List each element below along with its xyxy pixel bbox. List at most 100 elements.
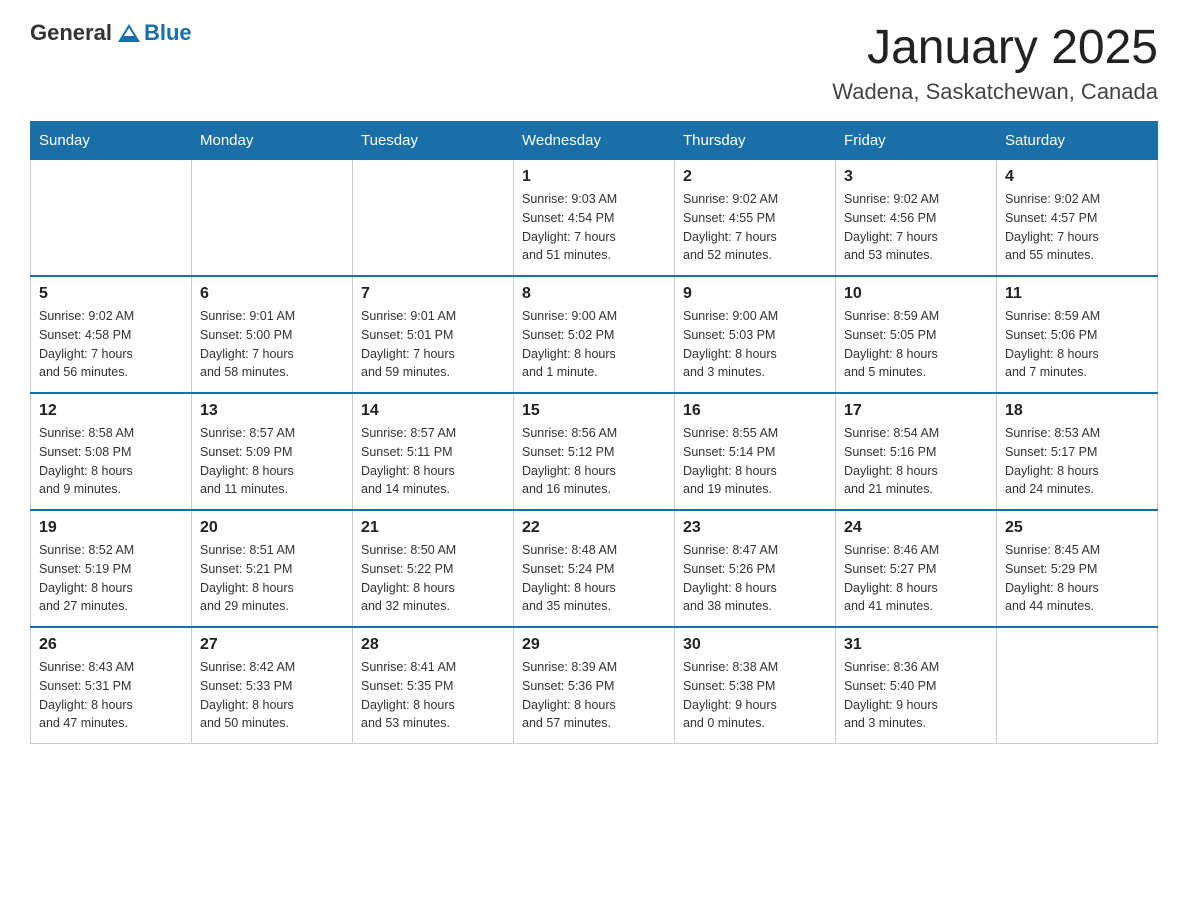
day-number: 14: [361, 402, 505, 420]
day-info: Sunrise: 8:47 AM Sunset: 5:26 PM Dayligh…: [683, 541, 827, 616]
calendar-cell: 26 Sunrise: 8:43 AM Sunset: 5:31 PM Dayli…: [31, 627, 192, 744]
day-info: Sunrise: 8:46 AM Sunset: 5:27 PM Dayligh…: [844, 541, 988, 616]
day-info: Sunrise: 9:01 AM Sunset: 5:01 PM Dayligh…: [361, 307, 505, 382]
calendar-cell: 15 Sunrise: 8:56 AM Sunset: 5:12 PM Dayli…: [514, 393, 675, 510]
day-number: 10: [844, 285, 988, 303]
logo-general: General: [30, 20, 112, 46]
week-row-1: 1 Sunrise: 9:03 AM Sunset: 4:54 PM Daylig…: [31, 160, 1158, 277]
calendar-cell: 2Sunrise: 9:02 AM Sunset: 4:55 PM Daylig…: [675, 160, 836, 277]
day-number: 19: [39, 519, 183, 537]
day-number: 15: [522, 402, 666, 420]
calendar-cell: [192, 160, 353, 277]
header-wednesday: Wednesday: [514, 122, 675, 160]
calendar-cell: 11Sunrise: 8:59 AM Sunset: 5:06 PM Dayli…: [997, 276, 1158, 393]
day-info: Sunrise: 8:59 AM Sunset: 5:06 PM Dayligh…: [1005, 307, 1149, 382]
day-info: Sunrise: 9:00 AM Sunset: 5:03 PM Dayligh…: [683, 307, 827, 382]
day-number: 27: [200, 636, 344, 654]
day-number: 3: [844, 168, 988, 186]
day-number: 6: [200, 285, 344, 303]
day-number: 28: [361, 636, 505, 654]
day-info: Sunrise: 8:48 AM Sunset: 5:24 PM Dayligh…: [522, 541, 666, 616]
calendar-cell: 10 Sunrise: 8:59 AM Sunset: 5:05 PM Dayli…: [836, 276, 997, 393]
day-number: 24: [844, 519, 988, 537]
day-info: Sunrise: 8:42 AM Sunset: 5:33 PM Dayligh…: [200, 658, 344, 733]
day-info: Sunrise: 9:01 AM Sunset: 5:00 PM Dayligh…: [200, 307, 344, 382]
day-number: 13: [200, 402, 344, 420]
calendar-subtitle: Wadena, Saskatchewan, Canada: [832, 79, 1158, 105]
day-number: 17: [844, 402, 988, 420]
calendar-cell: 3 Sunrise: 9:02 AM Sunset: 4:56 PM Daylig…: [836, 160, 997, 277]
day-number: 12: [39, 402, 183, 420]
calendar-cell: 28 Sunrise: 8:41 AM Sunset: 5:35 PM Dayli…: [353, 627, 514, 744]
week-row-5: 26 Sunrise: 8:43 AM Sunset: 5:31 PM Dayli…: [31, 627, 1158, 744]
logo: General Blue: [30, 20, 192, 46]
day-number: 21: [361, 519, 505, 537]
calendar-cell: 31 Sunrise: 8:36 AM Sunset: 5:40 PM Dayli…: [836, 627, 997, 744]
day-info: Sunrise: 8:45 AM Sunset: 5:29 PM Dayligh…: [1005, 541, 1149, 616]
day-number: 20: [200, 519, 344, 537]
day-info: Sunrise: 8:50 AM Sunset: 5:22 PM Dayligh…: [361, 541, 505, 616]
day-info: Sunrise: 9:03 AM Sunset: 4:54 PM Dayligh…: [522, 190, 666, 265]
calendar-cell: 22Sunrise: 8:48 AM Sunset: 5:24 PM Dayli…: [514, 510, 675, 627]
calendar-cell: 23 Sunrise: 8:47 AM Sunset: 5:26 PM Dayli…: [675, 510, 836, 627]
calendar-table: Sunday Monday Tuesday Wednesday Thursday…: [30, 121, 1158, 744]
day-number: 8: [522, 285, 666, 303]
calendar-cell: 4 Sunrise: 9:02 AM Sunset: 4:57 PM Daylig…: [997, 160, 1158, 277]
calendar-cell: [353, 160, 514, 277]
day-info: Sunrise: 8:52 AM Sunset: 5:19 PM Dayligh…: [39, 541, 183, 616]
calendar-cell: 6 Sunrise: 9:01 AM Sunset: 5:00 PM Daylig…: [192, 276, 353, 393]
week-row-2: 5 Sunrise: 9:02 AM Sunset: 4:58 PM Daylig…: [31, 276, 1158, 393]
day-info: Sunrise: 8:54 AM Sunset: 5:16 PM Dayligh…: [844, 424, 988, 499]
day-number: 31: [844, 636, 988, 654]
day-info: Sunrise: 9:00 AM Sunset: 5:02 PM Dayligh…: [522, 307, 666, 382]
header-sunday: Sunday: [31, 122, 192, 160]
day-number: 9: [683, 285, 827, 303]
calendar-cell: 7 Sunrise: 9:01 AM Sunset: 5:01 PM Daylig…: [353, 276, 514, 393]
day-number: 26: [39, 636, 183, 654]
week-row-3: 12 Sunrise: 8:58 AM Sunset: 5:08 PM Dayli…: [31, 393, 1158, 510]
day-info: Sunrise: 9:02 AM Sunset: 4:56 PM Dayligh…: [844, 190, 988, 265]
week-row-4: 19 Sunrise: 8:52 AM Sunset: 5:19 PM Dayli…: [31, 510, 1158, 627]
day-number: 1: [522, 168, 666, 186]
calendar-cell: [997, 627, 1158, 744]
day-number: 4: [1005, 168, 1149, 186]
day-info: Sunrise: 8:57 AM Sunset: 5:09 PM Dayligh…: [200, 424, 344, 499]
calendar-cell: 5 Sunrise: 9:02 AM Sunset: 4:58 PM Daylig…: [31, 276, 192, 393]
header-monday: Monday: [192, 122, 353, 160]
day-info: Sunrise: 8:53 AM Sunset: 5:17 PM Dayligh…: [1005, 424, 1149, 499]
day-number: 29: [522, 636, 666, 654]
calendar-cell: [31, 160, 192, 277]
calendar-cell: 1 Sunrise: 9:03 AM Sunset: 4:54 PM Daylig…: [514, 160, 675, 277]
day-info: Sunrise: 8:36 AM Sunset: 5:40 PM Dayligh…: [844, 658, 988, 733]
day-info: Sunrise: 8:58 AM Sunset: 5:08 PM Dayligh…: [39, 424, 183, 499]
day-info: Sunrise: 8:41 AM Sunset: 5:35 PM Dayligh…: [361, 658, 505, 733]
calendar-cell: 21 Sunrise: 8:50 AM Sunset: 5:22 PM Dayli…: [353, 510, 514, 627]
day-info: Sunrise: 9:02 AM Sunset: 4:55 PM Dayligh…: [683, 190, 827, 265]
page-header: General Blue January 2025 Wadena, Saskat…: [30, 20, 1158, 105]
calendar-cell: 17 Sunrise: 8:54 AM Sunset: 5:16 PM Dayli…: [836, 393, 997, 510]
calendar-cell: 19 Sunrise: 8:52 AM Sunset: 5:19 PM Dayli…: [31, 510, 192, 627]
day-number: 25: [1005, 519, 1149, 537]
calendar-cell: 30 Sunrise: 8:38 AM Sunset: 5:38 PM Dayli…: [675, 627, 836, 744]
day-info: Sunrise: 9:02 AM Sunset: 4:58 PM Dayligh…: [39, 307, 183, 382]
header-saturday: Saturday: [997, 122, 1158, 160]
calendar-cell: 24 Sunrise: 8:46 AM Sunset: 5:27 PM Dayli…: [836, 510, 997, 627]
day-number: 5: [39, 285, 183, 303]
header-row: Sunday Monday Tuesday Wednesday Thursday…: [31, 122, 1158, 160]
day-number: 7: [361, 285, 505, 303]
day-info: Sunrise: 8:56 AM Sunset: 5:12 PM Dayligh…: [522, 424, 666, 499]
day-info: Sunrise: 8:38 AM Sunset: 5:38 PM Dayligh…: [683, 658, 827, 733]
calendar-cell: 9 Sunrise: 9:00 AM Sunset: 5:03 PM Daylig…: [675, 276, 836, 393]
day-info: Sunrise: 9:02 AM Sunset: 4:57 PM Dayligh…: [1005, 190, 1149, 265]
calendar-cell: 18Sunrise: 8:53 AM Sunset: 5:17 PM Dayli…: [997, 393, 1158, 510]
title-area: January 2025 Wadena, Saskatchewan, Canad…: [832, 20, 1158, 105]
day-info: Sunrise: 8:43 AM Sunset: 5:31 PM Dayligh…: [39, 658, 183, 733]
logo-blue: Blue: [144, 20, 192, 46]
day-info: Sunrise: 8:57 AM Sunset: 5:11 PM Dayligh…: [361, 424, 505, 499]
day-number: 30: [683, 636, 827, 654]
day-info: Sunrise: 8:59 AM Sunset: 5:05 PM Dayligh…: [844, 307, 988, 382]
day-number: 16: [683, 402, 827, 420]
logo-icon: [118, 22, 140, 44]
header-friday: Friday: [836, 122, 997, 160]
day-number: 23: [683, 519, 827, 537]
